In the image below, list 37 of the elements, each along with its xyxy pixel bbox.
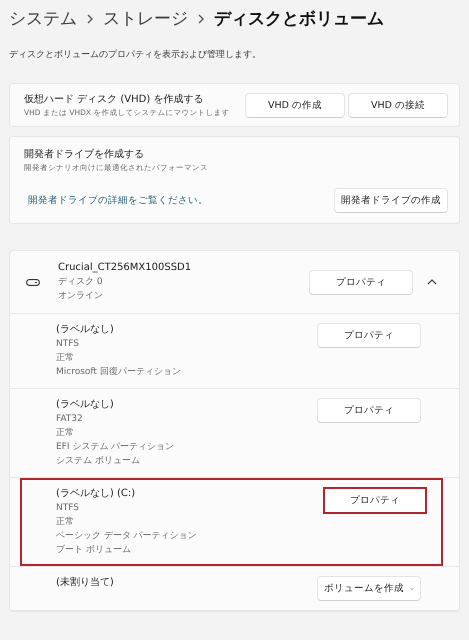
volume-detail: NTFS (56, 338, 80, 351)
disk-detail: オンライン (58, 290, 104, 303)
volume-label: (ラベルなし) (56, 323, 115, 337)
volume-label: (未割り当て) (56, 576, 115, 590)
volume-detail: EFI システム パーティション (56, 441, 176, 454)
breadcrumb-item: ディスクとボリューム (214, 8, 384, 30)
volume-detail: ブート ボリューム (56, 544, 132, 557)
volume-detail: ベーシック データ パーティション (56, 530, 198, 543)
card-title: 開発者ドライブを作成する (24, 148, 145, 161)
properties-button[interactable]: プロパティ (323, 487, 427, 514)
properties-button[interactable]: プロパティ (309, 270, 413, 294)
page-description: ディスクとボリュームのプロパティを表示および管理します。 (9, 48, 262, 61)
volume-label: (ラベルなし) (C:) (56, 487, 136, 501)
vhd-button[interactable]: VHD の接続 (348, 92, 448, 118)
volume-label: (ラベルなし) (56, 398, 115, 412)
create-volume-dropdown[interactable]: ボリュームを作成 (317, 576, 421, 601)
volume-detail: 正常 (56, 516, 75, 529)
drive-icon (26, 278, 40, 286)
volume-detail: NTFS (56, 502, 80, 515)
volume-detail: FAT32 (56, 413, 84, 426)
card-title: 仮想ハード ディスク (VHD) を作成する (24, 92, 204, 106)
chevron-icon (86, 13, 94, 25)
breadcrumb-item[interactable]: システム (9, 8, 77, 30)
volume-detail: 正常 (56, 426, 75, 440)
vhd-button[interactable]: VHD の作成 (245, 92, 345, 118)
disk-name: Crucial_CT256MX100SSD1 (58, 261, 192, 275)
breadcrumb-item[interactable]: ストレージ (103, 8, 188, 30)
disk-detail: ディスク 0 (58, 276, 104, 289)
create-dev-drive-button[interactable]: 開発者ドライブの作成 (334, 188, 448, 213)
chevron-icon (197, 13, 205, 25)
volume-detail: Microsoft 回復パーティション (56, 366, 182, 379)
properties-button[interactable]: プロパティ (317, 323, 421, 348)
volume-detail: 正常 (56, 352, 75, 365)
properties-button[interactable]: プロパティ (317, 398, 421, 423)
volume-detail: システム ボリューム (56, 455, 141, 468)
expand-chevron-icon[interactable] (427, 279, 437, 285)
learn-more-link[interactable]: 開発者ドライブの詳細をご覧ください。 (24, 194, 208, 207)
